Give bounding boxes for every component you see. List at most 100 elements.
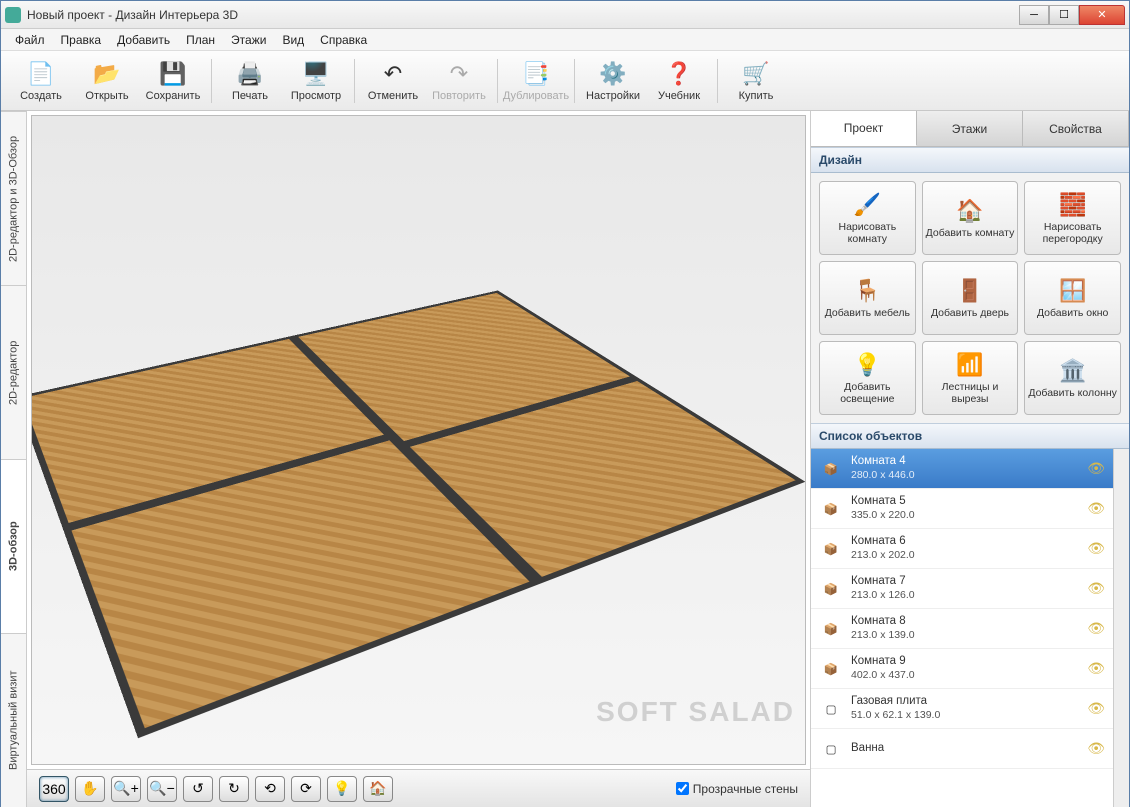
menu-0[interactable]: Файл	[7, 31, 53, 49]
toolbar-settings-button[interactable]: ⚙️Настройки	[581, 54, 645, 108]
object-item-7[interactable]: ▢ Ванна 👁	[811, 729, 1113, 769]
objects-panel-header: Список объектов	[811, 423, 1129, 449]
toolbar-buy-button[interactable]: 🛒Купить	[724, 54, 788, 108]
design-add-column-button[interactable]: 🏛️Добавить колонну	[1024, 341, 1121, 415]
toolbar-print-button[interactable]: 🖨️Печать	[218, 54, 282, 108]
view-tab-2d[interactable]: 2D-редактор	[1, 285, 26, 459]
nav-tiltl-button[interactable]: ⟲	[255, 776, 285, 802]
transparent-walls-input[interactable]	[676, 782, 689, 795]
stairs-label: Лестницы и вырезы	[925, 381, 1016, 405]
view-tabs: 2D-редактор и 3D-Обзор2D-редактор3D-обзо…	[1, 111, 27, 807]
design-add-window-button[interactable]: 🪟Добавить окно	[1024, 261, 1121, 335]
object-item-4[interactable]: 📦Комната 8213.0 x 139.0👁	[811, 609, 1113, 649]
object-icon: ▢	[819, 739, 843, 759]
object-item-0[interactable]: 📦Комната 4280.0 x 446.0👁	[811, 449, 1113, 489]
toolbar-save-button[interactable]: 💾Сохранить	[141, 54, 205, 108]
viewport-column: SOFT SALAD 360✋🔍+🔍−↺↻⟲⟳💡🏠 Прозрачные стен…	[27, 111, 811, 807]
visibility-eye-icon[interactable]: 👁	[1087, 580, 1105, 597]
design-add-room-button[interactable]: 🏠Добавить комнату	[922, 181, 1019, 255]
preview-label: Просмотр	[291, 90, 341, 102]
visibility-eye-icon[interactable]: 👁	[1087, 460, 1105, 477]
nav-zoomout-button[interactable]: 🔍−	[147, 776, 177, 802]
design-stairs-button[interactable]: 📶Лестницы и вырезы	[922, 341, 1019, 415]
object-name: Комната 7	[851, 575, 915, 589]
design-add-door-button[interactable]: 🚪Добавить дверь	[922, 261, 1019, 335]
visibility-eye-icon[interactable]: 👁	[1087, 660, 1105, 677]
object-icon: 📦	[819, 459, 843, 479]
add-room-label: Добавить комнату	[926, 227, 1015, 239]
toolbar-undo-button[interactable]: ↶Отменить	[361, 54, 425, 108]
nav-rotl-button[interactable]: ↺	[183, 776, 213, 802]
toolbar-preview-button[interactable]: 🖥️Просмотр	[284, 54, 348, 108]
nav-home-button[interactable]: 🏠	[363, 776, 393, 802]
transparent-walls-checkbox[interactable]: Прозрачные стены	[676, 782, 798, 796]
visibility-eye-icon[interactable]: 👁	[1087, 620, 1105, 637]
toolbar-create-button[interactable]: 📄Создать	[9, 54, 73, 108]
add-furniture-icon: 🪑	[852, 278, 882, 304]
visibility-eye-icon[interactable]: 👁	[1087, 700, 1105, 717]
object-icon: ▢	[819, 699, 843, 719]
create-icon: 📄	[27, 60, 55, 88]
menu-1[interactable]: Правка	[53, 31, 110, 49]
nav-rotr-button[interactable]: ↻	[219, 776, 249, 802]
visibility-eye-icon[interactable]: 👁	[1087, 500, 1105, 517]
nav-tiltr-button[interactable]: ⟳	[291, 776, 321, 802]
watermark: SOFT SALAD	[596, 699, 795, 724]
design-draw-room-button[interactable]: 🖌️Нарисовать комнату	[819, 181, 916, 255]
add-light-label: Добавить освещение	[822, 381, 913, 405]
object-item-6[interactable]: ▢Газовая плита51.0 x 62.1 x 139.0👁	[811, 689, 1113, 729]
object-item-3[interactable]: 📦Комната 7213.0 x 126.0👁	[811, 569, 1113, 609]
menu-6[interactable]: Справка	[312, 31, 375, 49]
add-light-icon: 💡	[852, 352, 882, 378]
object-item-2[interactable]: 📦Комната 6213.0 x 202.0👁	[811, 529, 1113, 569]
3d-viewport[interactable]: SOFT SALAD	[31, 115, 806, 765]
nav-zoomin-button[interactable]: 🔍+	[111, 776, 141, 802]
maximize-button[interactable]: ☐	[1049, 5, 1079, 25]
menu-5[interactable]: Вид	[274, 31, 312, 49]
visibility-eye-icon[interactable]: 👁	[1087, 740, 1105, 757]
object-text: Комната 7213.0 x 126.0	[851, 575, 915, 601]
view-tab-virt[interactable]: Виртуальный визит	[1, 633, 26, 807]
side-tab-props[interactable]: Свойства	[1023, 111, 1129, 146]
object-name: Комната 4	[851, 455, 915, 469]
close-button[interactable]: ✕	[1079, 5, 1125, 25]
visibility-eye-icon[interactable]: 👁	[1087, 540, 1105, 557]
toolbar-separator	[211, 59, 212, 103]
settings-icon: ⚙️	[599, 60, 627, 88]
window-title: Новый проект - Дизайн Интерьера 3D	[27, 8, 1019, 22]
side-tab-floors[interactable]: Этажи	[917, 111, 1023, 146]
print-icon: 🖨️	[236, 60, 264, 88]
app-icon	[5, 7, 21, 23]
object-item-1[interactable]: 📦Комната 5335.0 x 220.0👁	[811, 489, 1113, 529]
add-column-icon: 🏛️	[1058, 358, 1088, 384]
sidebar: ПроектЭтажиСвойства Дизайн 🖌️Нарисовать …	[811, 111, 1129, 807]
add-furniture-label: Добавить мебель	[825, 307, 910, 319]
buy-icon: 🛒	[742, 60, 770, 88]
menu-2[interactable]: Добавить	[109, 31, 178, 49]
view-tab-3d[interactable]: 3D-обзор	[1, 459, 26, 633]
toolbar-tutorial-button[interactable]: ❓Учебник	[647, 54, 711, 108]
design-draw-wall-button[interactable]: 🧱Нарисовать перегородку	[1024, 181, 1121, 255]
add-door-label: Добавить дверь	[931, 307, 1009, 319]
object-text: Комната 9402.0 x 437.0	[851, 655, 915, 681]
menu-4[interactable]: Этажи	[223, 31, 274, 49]
side-tab-project[interactable]: Проект	[811, 111, 917, 146]
object-name: Ванна	[851, 742, 884, 756]
object-dimensions: 213.0 x 139.0	[851, 629, 915, 642]
view-tab-2d3d[interactable]: 2D-редактор и 3D-Обзор	[1, 111, 26, 285]
object-item-5[interactable]: 📦Комната 9402.0 x 437.0👁	[811, 649, 1113, 689]
nav-light-button[interactable]: 💡	[327, 776, 357, 802]
nav-view360-button[interactable]: 360	[39, 776, 69, 802]
minimize-button[interactable]: ─	[1019, 5, 1049, 25]
open-icon: 📂	[93, 60, 121, 88]
object-list[interactable]: 📦Комната 4280.0 x 446.0👁📦Комната 5335.0 …	[811, 449, 1113, 807]
nav-pan-button[interactable]: ✋	[75, 776, 105, 802]
menu-3[interactable]: План	[178, 31, 223, 49]
design-add-light-button[interactable]: 💡 Добавить освещение	[819, 341, 916, 415]
toolbar-open-button[interactable]: 📂Открыть	[75, 54, 139, 108]
draw-wall-icon: 🧱	[1058, 192, 1088, 218]
object-dimensions: 402.0 x 437.0	[851, 669, 915, 682]
object-list-scrollbar[interactable]	[1113, 449, 1129, 807]
design-add-furniture-button[interactable]: 🪑 Добавить мебель	[819, 261, 916, 335]
design-tools-grid: 🖌️Нарисовать комнату🏠Добавить комнату🧱На…	[811, 173, 1129, 423]
